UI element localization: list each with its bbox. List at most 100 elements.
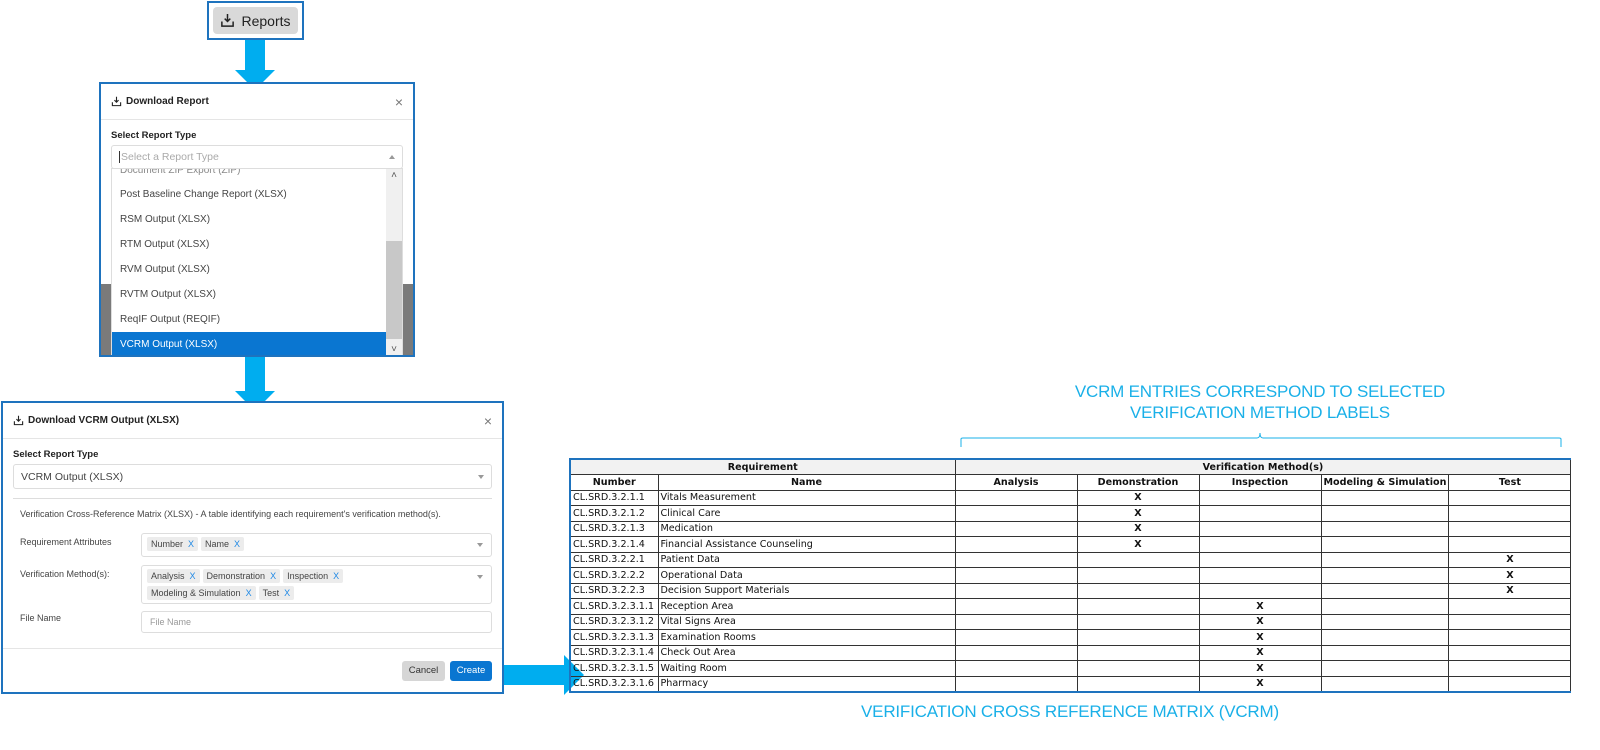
requirement-name: Operational Data	[657, 567, 956, 584]
method-cell-test: X	[1448, 567, 1572, 584]
download-tray-icon	[13, 415, 24, 426]
reports-button[interactable]: Reports	[213, 7, 298, 34]
method-cell-demonstration	[1076, 675, 1200, 692]
requirement-name: Vitals Measurement	[657, 489, 956, 506]
method-cell-test	[1448, 660, 1572, 677]
dropdown-option[interactable]: Document ZIP Export (ZIP)	[112, 169, 388, 182]
brace-bracket	[960, 432, 1562, 447]
requirement-name: Decision Support Materials	[657, 582, 956, 599]
dropdown-option[interactable]: ReqIF Output (REQIF)	[112, 307, 388, 332]
report-type-dropdown[interactable]: Document ZIP Export (ZIP) Post Baseline …	[111, 168, 403, 355]
vcrm-table: Requirement Verification Method(s) Numbe…	[569, 458, 1572, 693]
table-row: CL.SRD.3.2.3.1.5 Waiting Room X	[569, 660, 1572, 677]
annotation-line: VCRM ENTRIES CORRESPOND TO SELECTED	[1074, 382, 1446, 401]
method-cell-modeling-simulation	[1320, 644, 1450, 661]
caret-down-icon[interactable]	[477, 543, 483, 547]
table-row: CL.SRD.3.2.3.1.1 Reception Area X	[569, 598, 1572, 615]
method-cell-modeling-simulation	[1320, 505, 1450, 522]
chevron-down-icon[interactable]: ˅	[389, 345, 399, 355]
method-cell-inspection: X	[1198, 644, 1322, 661]
chevron-up-icon[interactable]: ˄	[389, 171, 399, 181]
requirement-number: CL.SRD.3.2.1.3	[569, 520, 659, 537]
dialog-header: Download VCRM Output (XLSX) ×	[3, 403, 502, 439]
create-button[interactable]: Create	[450, 660, 492, 681]
method-cell-analysis	[954, 489, 1078, 506]
method-cell-test: X	[1448, 551, 1572, 568]
method-cell-analysis	[954, 582, 1078, 599]
column-header: Inspection	[1198, 474, 1322, 491]
method-cell-inspection: X	[1198, 660, 1322, 677]
method-cell-inspection	[1198, 520, 1322, 537]
verification-methods-row: Verification Method(s): Analysis X Demons…	[13, 565, 492, 604]
column-header: Demonstration	[1076, 474, 1200, 491]
column-header: Number	[569, 474, 659, 491]
tag-inspection: Inspection X	[283, 569, 344, 583]
dropdown-option[interactable]: Post Baseline Change Report (XLSX)	[112, 182, 388, 207]
method-cell-modeling-simulation	[1320, 582, 1450, 599]
requirement-attributes-multiselect[interactable]: Number X Name X	[141, 533, 492, 557]
tag-label: Name	[205, 539, 230, 549]
report-type-value: VCRM Output (XLSX)	[21, 470, 124, 483]
requirement-number: CL.SRD.3.2.3.1.4	[569, 644, 659, 661]
reports-button-frame: Reports	[207, 1, 304, 40]
method-cell-modeling-simulation	[1320, 613, 1450, 630]
report-description: Verification Cross-Reference Matrix (XLS…	[20, 509, 441, 519]
requirement-number: CL.SRD.3.2.3.1.1	[569, 598, 659, 615]
method-cell-modeling-simulation	[1320, 536, 1450, 553]
remove-tag-icon[interactable]: X	[284, 588, 290, 598]
method-cell-analysis	[954, 660, 1078, 677]
verification-methods-label: Verification Method(s):	[20, 569, 110, 579]
method-cell-test	[1448, 675, 1572, 692]
report-type-select[interactable]: VCRM Output (XLSX)	[13, 464, 492, 489]
scrollbar-thumb[interactable]	[386, 241, 402, 339]
remove-tag-icon[interactable]: X	[234, 539, 240, 549]
method-cell-test	[1448, 505, 1572, 522]
verification-methods-multiselect[interactable]: Analysis X Demonstration X Inspection X Mod…	[141, 565, 492, 604]
dropdown-option[interactable]: RVTM Output (XLSX)	[112, 282, 388, 307]
close-icon[interactable]: ×	[395, 94, 403, 110]
method-cell-analysis	[954, 520, 1078, 537]
requirement-attributes-row: Requirement Attributes Number X Name X	[13, 533, 492, 557]
divider	[13, 498, 492, 499]
method-cell-inspection	[1198, 489, 1322, 506]
method-cell-demonstration	[1076, 551, 1200, 568]
method-cell-modeling-simulation	[1320, 675, 1450, 692]
remove-tag-icon[interactable]: X	[190, 571, 196, 581]
report-type-select[interactable]: Select a Report Type	[111, 145, 403, 169]
table-row: CL.SRD.3.2.2.2 Operational Data X	[569, 567, 1572, 584]
annotation-top: VCRM ENTRIES CORRESPOND TO SELECTED VERI…	[1000, 381, 1520, 423]
remove-tag-icon[interactable]: X	[270, 571, 276, 581]
remove-tag-icon[interactable]: X	[246, 588, 252, 598]
dropdown-scrollbar[interactable]: ˄ ˅	[386, 169, 402, 355]
caret-down-icon[interactable]	[477, 575, 483, 579]
remove-tag-icon[interactable]: X	[333, 571, 339, 581]
method-cell-test	[1448, 598, 1572, 615]
requirement-name: Reception Area	[657, 598, 956, 615]
remove-tag-icon[interactable]: X	[188, 539, 194, 549]
method-cell-inspection: X	[1198, 598, 1322, 615]
dropdown-option[interactable]: RSM Output (XLSX)	[112, 207, 388, 232]
background-page	[403, 284, 413, 355]
download-vcrm-dialog: Download VCRM Output (XLSX) × Select Rep…	[1, 401, 504, 694]
download-tray-icon	[221, 13, 235, 27]
dropdown-option[interactable]: RTM Output (XLSX)	[112, 232, 388, 257]
method-cell-test	[1448, 644, 1572, 661]
tag-test: Test X	[258, 586, 295, 600]
download-tray-icon	[111, 96, 122, 107]
group-header-verification-methods: Verification Method(s)	[954, 458, 1572, 475]
method-cell-modeling-simulation	[1320, 598, 1450, 615]
close-icon[interactable]: ×	[484, 413, 492, 429]
method-cell-demonstration	[1076, 567, 1200, 584]
method-cell-inspection	[1198, 551, 1322, 568]
tag-label: Analysis	[151, 571, 185, 581]
cancel-button[interactable]: Cancel	[402, 660, 445, 681]
report-type-placeholder: Select a Report Type	[121, 151, 219, 163]
method-cell-demonstration	[1076, 582, 1200, 599]
table-row: CL.SRD.3.2.2.3 Decision Support Materials…	[569, 582, 1572, 599]
column-header: Modeling & Simulation	[1320, 474, 1450, 491]
dropdown-option[interactable]: RVM Output (XLSX)	[112, 257, 388, 282]
dropdown-option-selected[interactable]: VCRM Output (XLSX)	[112, 332, 388, 355]
method-cell-demonstration	[1076, 598, 1200, 615]
file-name-input[interactable]: File Name	[141, 611, 492, 633]
method-cell-test	[1448, 613, 1572, 630]
